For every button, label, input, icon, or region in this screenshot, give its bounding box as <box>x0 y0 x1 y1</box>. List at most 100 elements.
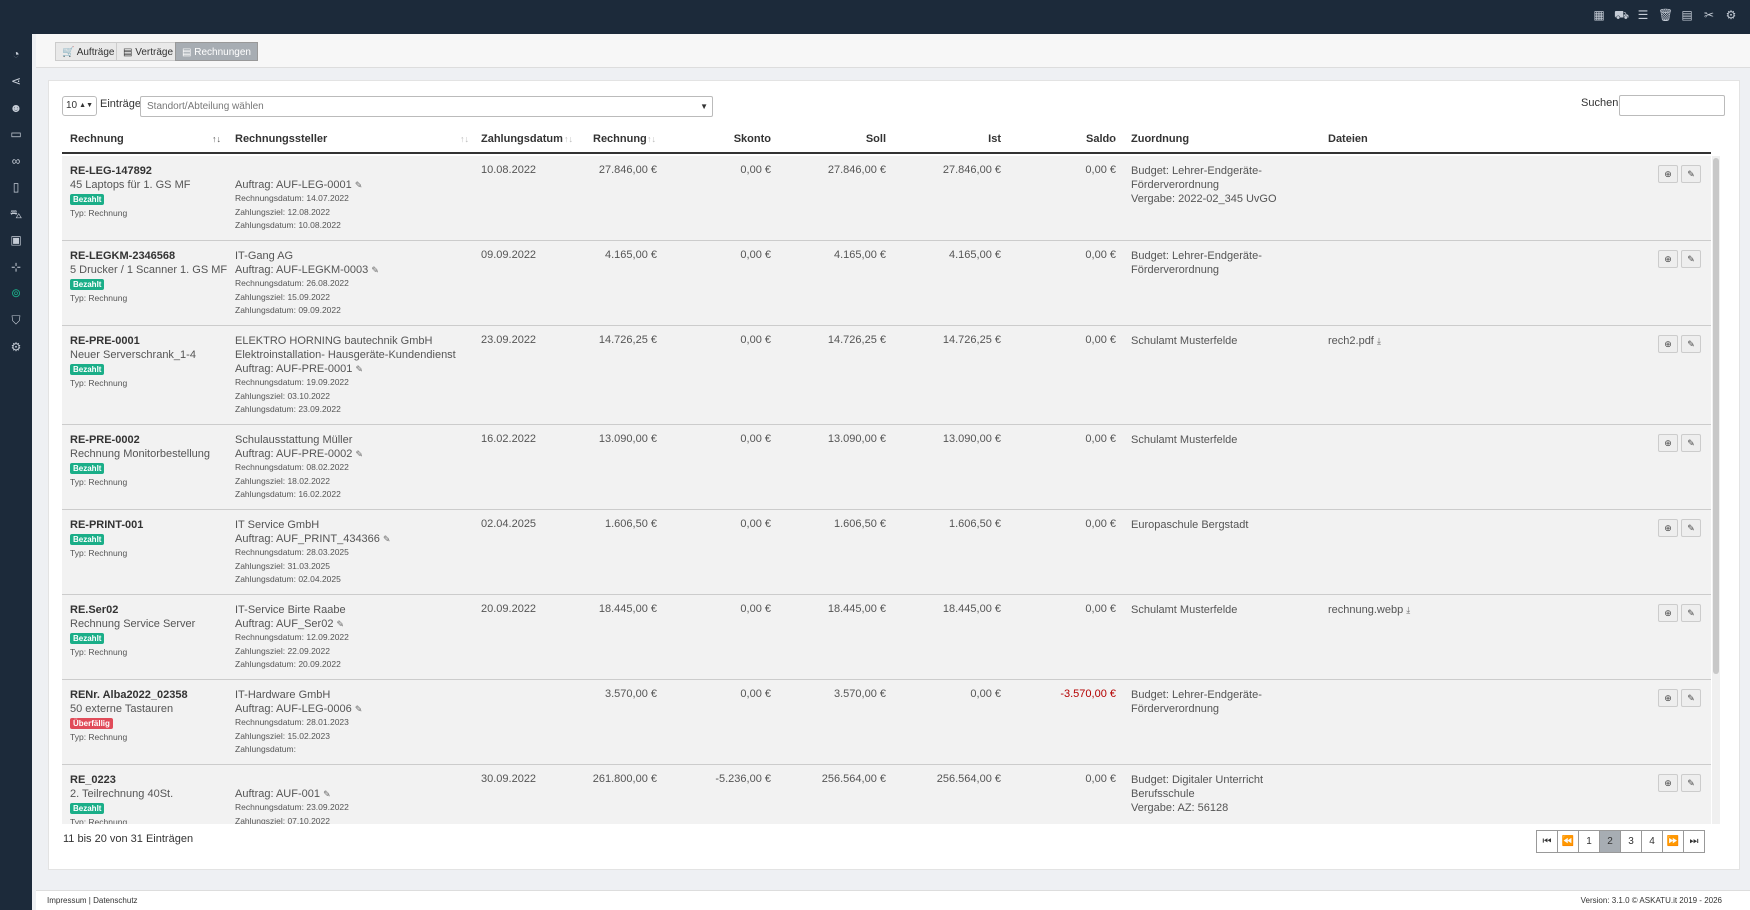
sort-icon[interactable]: ↑↓ <box>647 134 656 144</box>
invoice-cell: RE-LEGKM-2346568 5 Drucker / 1 Scanner 1… <box>70 250 228 303</box>
previous-page-button[interactable]: ⏪ <box>1557 830 1579 853</box>
cogs-icon[interactable]: ⚙ <box>9 340 23 354</box>
zuordnung-cell: Budget: Lehrer-Endgeräte- Förderverordnu… <box>1131 165 1277 205</box>
edit-icon[interactable]: ✎ <box>355 364 363 374</box>
boxes-icon[interactable]: ▣ <box>9 233 23 247</box>
page-1-button[interactable]: 1 <box>1578 830 1600 853</box>
money-icon[interactable]: ⊚ <box>9 286 23 300</box>
location-select[interactable]: Standort/Abteilung wählen ▼ <box>140 96 713 117</box>
calculator-icon[interactable]: ▤ <box>1680 8 1694 22</box>
globe-button[interactable]: ⊕ <box>1658 250 1678 268</box>
edit-button[interactable]: ✎ <box>1681 434 1701 452</box>
globe-button[interactable]: ⊕ <box>1658 689 1678 707</box>
col-zuordnung[interactable]: Zuordnung <box>1131 133 1189 145</box>
edit-icon[interactable]: ✎ <box>323 789 331 799</box>
dashboard-icon[interactable]: ◔ <box>9 47 23 61</box>
col-skonto[interactable]: Skonto <box>662 133 771 145</box>
tab-auftraege[interactable]: 🛒 Aufträge <box>55 42 122 61</box>
tab-vertraege[interactable]: ▤ Verträge <box>116 42 181 61</box>
sort-icon[interactable]: ↑↓ <box>564 134 573 144</box>
entries-length-select[interactable]: 10 ▲▼ <box>62 96 97 116</box>
edit-icon[interactable]: ✎ <box>337 619 345 629</box>
edit-button[interactable]: ✎ <box>1681 689 1701 707</box>
network-icon[interactable]: ⊹ <box>9 260 23 274</box>
edit-button[interactable]: ✎ <box>1681 250 1701 268</box>
sort-asc-icon[interactable]: ↑↓ <box>212 134 221 144</box>
tab-rechnungen[interactable]: ▤ Rechnungen <box>175 42 258 61</box>
zuordnung-cell: Schulamt Musterfelde <box>1131 434 1238 446</box>
col-saldo[interactable]: Saldo <box>1022 133 1116 145</box>
globe-button[interactable]: ⊕ <box>1658 774 1678 792</box>
vendor-cell: IT Service GmbH Auftrag: AUF_PRINT_43436… <box>235 519 391 585</box>
pagination-info: 11 bis 20 von 31 Einträgen <box>63 833 194 845</box>
updown-icon: ▲▼ <box>79 102 93 109</box>
download-icon[interactable]: ⤓ <box>1377 336 1381 346</box>
file-link[interactable]: rechnung.webp ⤓ <box>1328 603 1410 617</box>
edit-icon[interactable]: ✎ <box>383 534 391 544</box>
invoice-cell: RE-PRE-0002 Rechnung Monitorbestellung B… <box>70 434 211 487</box>
edit-icon[interactable]: ✎ <box>355 704 363 714</box>
trash-icon[interactable]: 🗑 <box>1658 8 1673 22</box>
search-label: Suchen <box>1581 97 1619 109</box>
handshake-icon[interactable]: ∞ <box>9 154 23 168</box>
col-rechnung[interactable]: Rechnung <box>70 133 124 145</box>
zuordnung-cell: Schulamt Musterfelde <box>1131 335 1238 347</box>
col-soll[interactable]: Soll <box>782 133 886 145</box>
col-zahlungsdatum[interactable]: Zahlungsdatum <box>481 133 563 145</box>
tools-icon[interactable]: ✂ <box>1702 8 1716 22</box>
list-icon[interactable]: ☰ <box>1636 8 1650 22</box>
calendar-icon[interactable]: ▦ <box>1592 8 1606 22</box>
footer-links[interactable]: Impressum | Datenschutz <box>47 896 138 905</box>
download-icon[interactable]: ⤓ <box>1406 605 1410 615</box>
next-page-button[interactable]: ⏩ <box>1662 830 1684 853</box>
table-row: RE-PRE-0002 Rechnung Monitorbestellung B… <box>62 425 1711 510</box>
sort-icon[interactable]: ↑↓ <box>460 134 469 144</box>
file-link[interactable]: rech2.pdf ⤓ <box>1328 334 1381 348</box>
cart-icon[interactable]: ⛍ <box>9 207 23 221</box>
table-header: Rechnung ↑↓ Rechnungssteller ↑↓ Zahlungs… <box>62 126 1711 154</box>
car-icon[interactable]: ⛟ <box>1614 8 1629 22</box>
globe-button[interactable]: ⊕ <box>1658 519 1678 537</box>
users-icon[interactable]: ☻ <box>9 101 23 115</box>
status-badge: Bezahlt <box>70 279 105 290</box>
edit-button[interactable]: ✎ <box>1681 604 1701 622</box>
sidebar: ◔ ⋖ ☻ ▭ ∞ ▯ ⛍ ▣ ⊹ ⊚ ⛉ ⚙ <box>0 34 32 910</box>
edit-icon[interactable]: ✎ <box>371 265 379 275</box>
share-icon[interactable]: ⋖ <box>9 74 23 88</box>
last-page-button[interactable]: ⏭ <box>1683 830 1705 853</box>
zuordnung-cell: Budget: Lehrer-Endgeräte- Förderverordnu… <box>1131 250 1262 276</box>
invoice-cell: RE-PRINT-001 Bezahlt Typ: Rechnung <box>70 519 144 558</box>
edit-button[interactable]: ✎ <box>1681 774 1701 792</box>
vendor-cell: IT-Service Birte Raabe Auftrag: AUF_Ser0… <box>235 604 349 670</box>
page-4-button[interactable]: 4 <box>1641 830 1663 853</box>
zuordnung-cell: Schulamt Musterfelde <box>1131 604 1238 616</box>
edit-button[interactable]: ✎ <box>1681 519 1701 537</box>
sort-icon[interactable]: ↑↓ <box>1107 134 1116 144</box>
col-ist[interactable]: Ist <box>892 133 1001 145</box>
shield-icon[interactable]: ⛉ <box>9 313 23 327</box>
desktop-icon[interactable]: ▭ <box>9 127 23 141</box>
globe-button[interactable]: ⊕ <box>1658 604 1678 622</box>
col-rechnungssteller[interactable]: Rechnungssteller <box>235 133 327 145</box>
table-row: RE-PRINT-001 Bezahlt Typ: Rechnung IT Se… <box>62 510 1711 595</box>
search-input[interactable] <box>1619 95 1725 116</box>
globe-button[interactable]: ⊕ <box>1658 165 1678 183</box>
table-row: RE-PRE-0001 Neuer Serverschrank_1-4 Beza… <box>62 326 1711 425</box>
table-row: RE-LEG-147892 45 Laptops für 1. GS MF Be… <box>62 156 1711 241</box>
table-scroll-thumb[interactable] <box>1713 158 1719 674</box>
document-icon[interactable]: ▯ <box>9 180 23 194</box>
col-dateien[interactable]: Dateien <box>1328 133 1368 145</box>
settings-dropdown-icon[interactable]: ⚙ <box>1724 8 1738 22</box>
globe-button[interactable]: ⊕ <box>1658 335 1678 353</box>
globe-button[interactable]: ⊕ <box>1658 434 1678 452</box>
page-2-button[interactable]: 2 <box>1599 830 1621 853</box>
edit-button[interactable]: ✎ <box>1681 165 1701 183</box>
first-page-button[interactable]: ⏮ <box>1536 830 1558 853</box>
tabs-bar <box>36 34 1750 68</box>
edit-button[interactable]: ✎ <box>1681 335 1701 353</box>
edit-icon[interactable]: ✎ <box>355 180 363 190</box>
page-3-button[interactable]: 3 <box>1620 830 1642 853</box>
footer-version: Version: 3.1.0 © ASKATU.it 2019 - 2026 <box>1580 896 1722 905</box>
edit-icon[interactable]: ✎ <box>355 449 363 459</box>
col-rechnung-betrag[interactable]: Rechnung <box>593 133 647 145</box>
